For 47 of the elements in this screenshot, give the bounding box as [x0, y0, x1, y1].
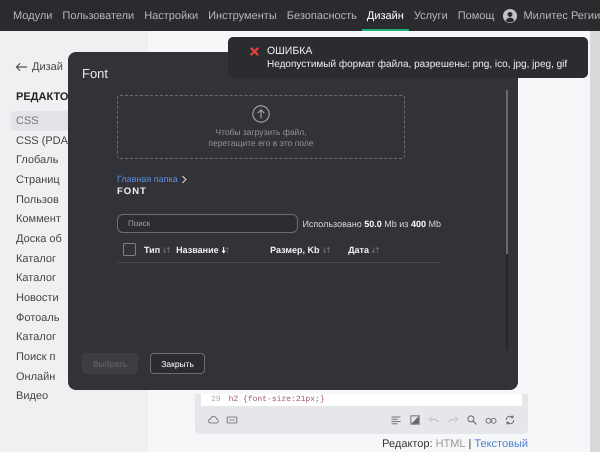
nav-tab[interactable]: Безопасность	[282, 0, 362, 31]
upload-dropzone[interactable]: Чтобы загрузить файл, перетащите его в это поле	[117, 95, 405, 159]
close-icon[interactable]	[249, 46, 260, 57]
sort-icon[interactable]	[220, 246, 230, 254]
cloud-icon[interactable]	[207, 414, 219, 426]
toast-title: ОШИБКА	[267, 45, 314, 57]
column-header[interactable]: Размер, Kb	[270, 244, 320, 254]
editor-mode-link[interactable]: Текстовый	[474, 438, 528, 450]
nav-tab[interactable]: Дизайн	[362, 0, 409, 31]
breadcrumb-link[interactable]: Главная папка	[117, 174, 178, 184]
column-header[interactable]: Тип	[144, 244, 160, 254]
contrast-icon[interactable]	[409, 414, 421, 426]
sidebar-heading: РЕДАКТО	[16, 91, 70, 103]
back-link[interactable]: Дизай	[15, 61, 63, 73]
align-left-icon[interactable]	[390, 414, 402, 426]
dialog-button[interactable]: Закрыть	[150, 353, 205, 374]
nav-tab[interactable]: Услуги	[408, 0, 453, 31]
user-avatar-icon[interactable]	[503, 8, 518, 22]
search-icon[interactable]	[466, 414, 478, 426]
upload-icon	[252, 105, 270, 123]
chevron-right-icon	[180, 174, 187, 184]
code-line: h2 {font-size:21px;}	[228, 395, 325, 405]
column-header[interactable]: Дата	[348, 244, 369, 254]
nav-tab[interactable]: Настройки	[139, 0, 204, 31]
refresh-icon[interactable]	[504, 414, 516, 426]
current-folder: FONT	[117, 186, 148, 197]
storage-usage: Использовано 50.0 Mb из 400 Mb	[302, 218, 441, 228]
search-field[interactable]: Поиск	[117, 214, 298, 233]
arrow-left-icon	[15, 62, 28, 72]
dialog-scrollbar[interactable]	[506, 90, 508, 350]
toast-message: Недопустимый формат файла, разрешены: png, ico, jpg, jpeg, gif	[267, 59, 568, 70]
line-number: 29	[211, 395, 221, 405]
column-header[interactable]: Название	[176, 244, 219, 254]
page-scrollbar[interactable]	[590, 31, 600, 452]
separator: |	[468, 438, 472, 450]
keyboard-icon[interactable]	[226, 414, 238, 426]
select-all-checkbox[interactable]	[123, 243, 136, 256]
nav-tab[interactable]: Пользователи	[57, 0, 140, 31]
nav-tab[interactable]: Модули	[8, 0, 58, 31]
nav-tab[interactable]: Инструменты	[203, 0, 282, 31]
dropzone-hint: Чтобы загрузить файл,	[215, 127, 307, 138]
sidebar-item[interactable]: Видео	[11, 386, 108, 406]
user-name[interactable]: Милитес Регии	[523, 10, 600, 22]
editor-mode-label: Редактор:	[382, 438, 433, 450]
dialog-title: Font	[82, 66, 108, 81]
dropzone-hint: перетащите его в это поле	[208, 138, 314, 149]
nav-tab[interactable]: Помощ	[452, 0, 500, 31]
